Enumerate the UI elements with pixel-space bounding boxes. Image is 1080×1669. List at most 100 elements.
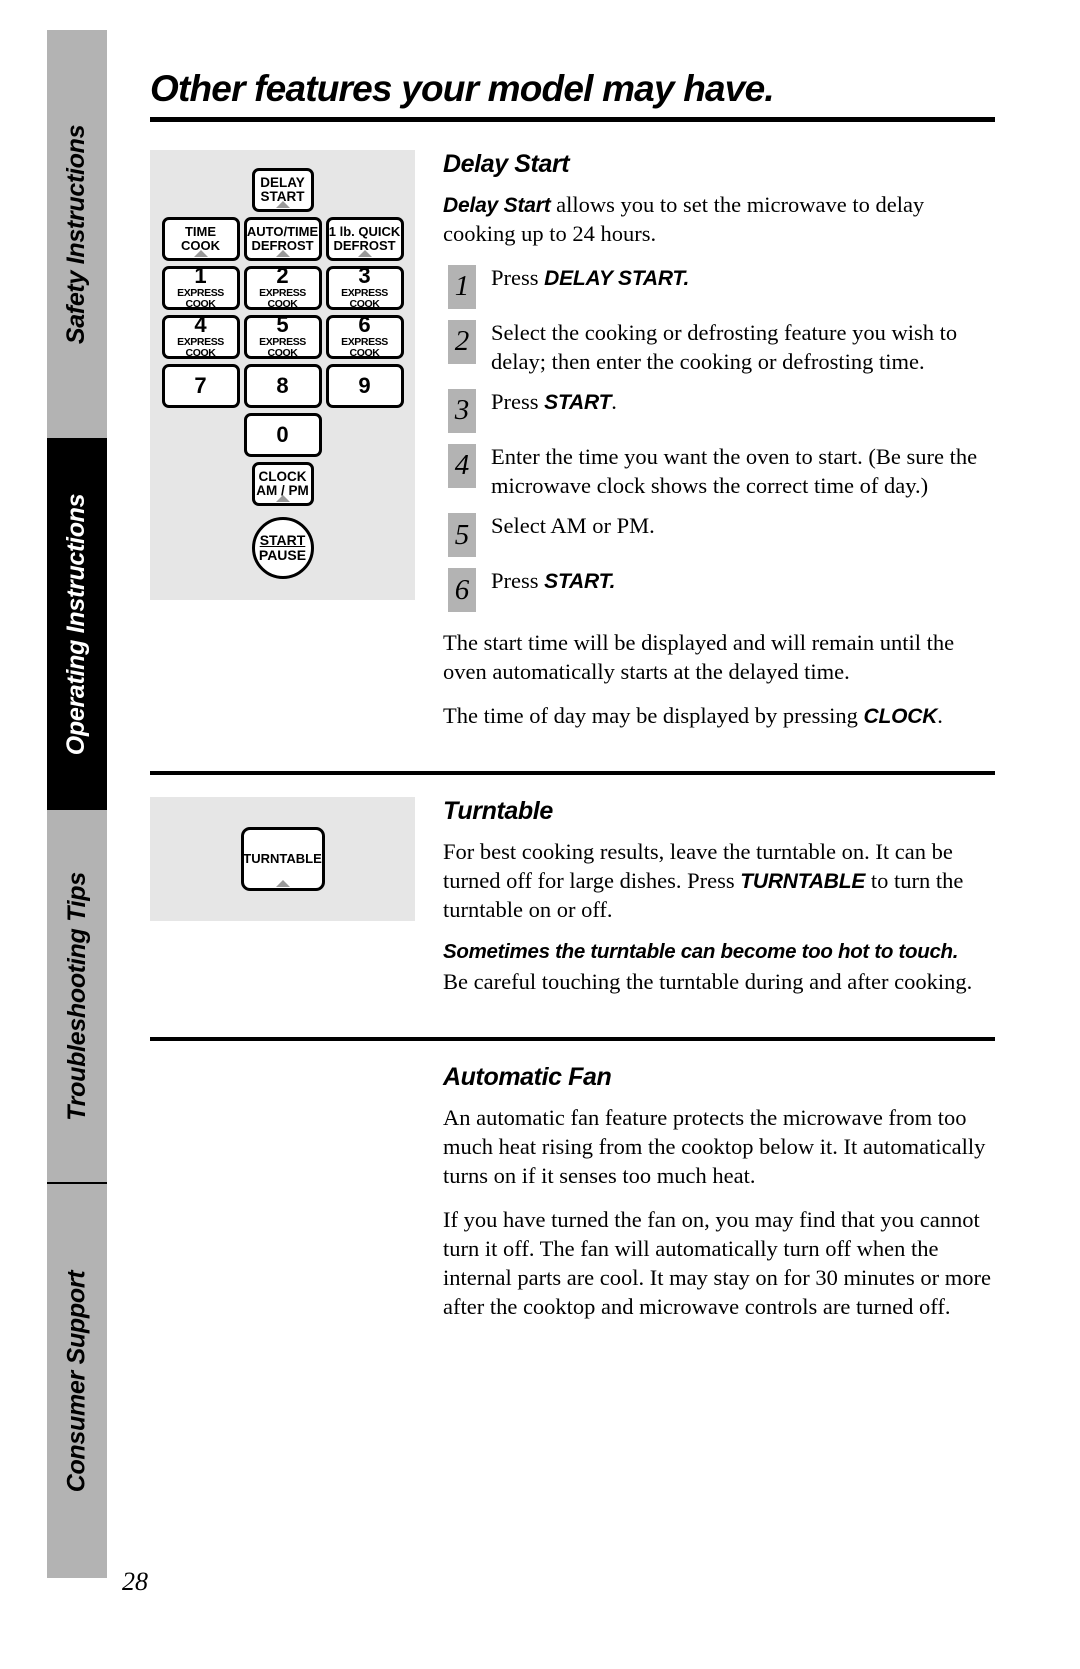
key-line-1: TURNTABLE bbox=[243, 851, 322, 867]
key-start-pause[interactable]: START PAUSE bbox=[251, 516, 314, 579]
key-number-8[interactable]: 8 bbox=[243, 363, 322, 408]
step-number: 5 bbox=[448, 513, 476, 557]
step-number: 6 bbox=[448, 568, 476, 612]
keypad-row-start: START PAUSE bbox=[251, 511, 314, 579]
delay-start-intro: Delay Start allows you to set the microw… bbox=[443, 190, 995, 248]
step-text: Select the cooking or defrosting feature… bbox=[491, 318, 957, 374]
turntable-caution: Sometimes the turntable can become too h… bbox=[443, 940, 959, 964]
key-delay-start[interactable]: DELAY START bbox=[251, 167, 314, 212]
indicator-triangle-icon bbox=[357, 249, 372, 257]
key-number-7[interactable]: 7 bbox=[161, 363, 240, 408]
key-number-4[interactable]: 4 EXPRESS COOK bbox=[161, 312, 240, 360]
key-quick-defrost[interactable]: 1 lb. QUICK DEFROST bbox=[325, 216, 404, 261]
step-text-plain: Enter the time you want the oven to star… bbox=[491, 443, 978, 498]
key-number-6[interactable]: 6 EXPRESS COOK bbox=[325, 314, 404, 360]
key-line-2: PAUSE bbox=[258, 546, 307, 563]
key-line-1: AUTO/TIME bbox=[246, 224, 319, 240]
delay-start-para2-tail: . bbox=[937, 703, 943, 729]
key-line-1: TIME bbox=[184, 224, 217, 240]
indicator-triangle-icon bbox=[275, 200, 290, 208]
automatic-fan-paragraph-1: An automatic fan feature protects the mi… bbox=[443, 1105, 986, 1189]
section-divider-turntable bbox=[150, 771, 995, 776]
key-digit: 3 bbox=[358, 263, 371, 289]
sidebar-tab-operating-instructions[interactable]: Operating Instructions bbox=[47, 438, 107, 810]
keypad-row-123: 1 EXPRESS COOK 2 EXPRESS COOK 3 EXPRESS … bbox=[161, 263, 404, 311]
key-digit: 1 bbox=[194, 263, 207, 289]
delay-start-para2-plain: The time of day may be displayed by pres… bbox=[443, 703, 864, 729]
key-number-2[interactable]: 2 EXPRESS COOK bbox=[243, 263, 322, 311]
control-panel-illustration: DELAY START TIME COOK AUTO/TIME DEFROST … bbox=[150, 149, 415, 600]
key-clock-am-pm[interactable]: CLOCK AM / PM bbox=[251, 461, 314, 506]
key-sublabel: EXPRESS COOK bbox=[177, 336, 224, 360]
section-automatic-fan: Automatic Fan An automatic fan feature p… bbox=[150, 1063, 995, 1336]
key-number-0[interactable]: 0 bbox=[243, 412, 322, 457]
key-sublabel: EXPRESS COOK bbox=[177, 287, 224, 311]
key-digit: 2 bbox=[276, 263, 289, 289]
sidebar-tab-label: Operating Instructions bbox=[62, 493, 91, 755]
delay-start-intro-bold: Delay Start bbox=[443, 193, 551, 217]
sidebar-tab-label: Troubleshooting Tips bbox=[62, 871, 91, 1121]
step-text: Press DELAY START. bbox=[491, 263, 689, 290]
step-text-emphasis: START. bbox=[544, 570, 616, 593]
key-time-cook[interactable]: TIME COOK bbox=[161, 216, 240, 261]
turntable-button-illustration: TURNTABLE bbox=[150, 797, 415, 922]
section-turntable: TURNTABLE Turntable For best cooking res… bbox=[150, 797, 995, 1011]
heading-turntable: Turntable bbox=[443, 797, 553, 826]
turntable-paragraph-1: For best cooking results, leave the turn… bbox=[443, 837, 995, 924]
step-text-plain: Select AM or PM. bbox=[491, 513, 655, 538]
turntable-para1-emphasis: TURNTABLE bbox=[740, 870, 866, 894]
key-line-1: DELAY bbox=[260, 174, 305, 190]
keypad-row-functions: TIME COOK AUTO/TIME DEFROST 1 lb. QUICK … bbox=[161, 216, 404, 261]
step-number: 4 bbox=[448, 443, 476, 488]
heading-delay-start: Delay Start bbox=[443, 149, 570, 178]
key-digit: 5 bbox=[276, 312, 289, 338]
key-line-1: CLOCK bbox=[258, 468, 307, 484]
step-item: 6 Press START. bbox=[443, 566, 995, 612]
key-sublabel: EXPRESS COOK bbox=[341, 336, 388, 360]
sidebar-tab-label: Consumer Support bbox=[62, 1270, 91, 1492]
key-auto-time-defrost[interactable]: AUTO/TIME DEFROST bbox=[243, 216, 322, 261]
sidebar-tab-consumer-support[interactable]: Consumer Support bbox=[47, 1182, 107, 1578]
delay-start-steps: 1 Press DELAY START. 2 Select the cookin… bbox=[443, 263, 995, 612]
key-number-1[interactable]: 1 EXPRESS COOK bbox=[161, 263, 240, 311]
step-number: 3 bbox=[448, 388, 476, 433]
key-sublabel: EXPRESS COOK bbox=[259, 287, 306, 311]
step-text-emphasis: START bbox=[544, 390, 612, 414]
step-item: 1 Press DELAY START. bbox=[443, 263, 995, 309]
delay-start-paragraph-2: The time of day may be displayed by pres… bbox=[443, 701, 995, 730]
step-text: Press START. bbox=[491, 566, 615, 593]
page-content: Other features your model may have. DELA… bbox=[150, 69, 995, 1336]
step-item: 2 Select the cooking or defrosting featu… bbox=[443, 318, 995, 376]
sidebar-tab-troubleshooting-tips[interactable]: Troubleshooting Tips bbox=[47, 810, 107, 1182]
step-text-tail: . bbox=[611, 388, 617, 414]
section-tabs-sidebar: Safety Instructions Operating Instructio… bbox=[47, 30, 107, 1610]
title-divider bbox=[150, 116, 995, 122]
section-delay-start: DELAY START TIME COOK AUTO/TIME DEFROST … bbox=[150, 149, 995, 745]
indicator-triangle-icon bbox=[193, 249, 208, 257]
automatic-fan-text-column: Automatic Fan An automatic fan feature p… bbox=[443, 1063, 995, 1336]
turntable-text-column: Turntable For best cooking results, leav… bbox=[443, 797, 995, 1011]
sidebar-tab-label: Safety Instructions bbox=[62, 124, 91, 344]
key-number-5[interactable]: 5 EXPRESS COOK bbox=[243, 312, 322, 359]
delay-start-paragraph-1: The start time will be displayed and wil… bbox=[443, 630, 955, 685]
key-digit: 4 bbox=[194, 312, 207, 338]
indicator-triangle-icon bbox=[275, 880, 290, 888]
step-text-plain: Press bbox=[491, 388, 545, 414]
step-item: 5 Select AM or PM. bbox=[443, 511, 995, 557]
delay-start-text-column: Delay Start Delay Start allows you to se… bbox=[443, 150, 995, 745]
step-item: 4 Enter the time you want the oven to st… bbox=[443, 442, 995, 500]
step-number: 1 bbox=[448, 264, 476, 309]
indicator-triangle-icon bbox=[275, 249, 290, 257]
key-digit: 0 bbox=[276, 421, 289, 447]
key-digit: 9 bbox=[358, 372, 371, 398]
delay-start-para2-emphasis: CLOCK bbox=[863, 705, 938, 729]
key-number-3[interactable]: 3 EXPRESS COOK bbox=[325, 263, 404, 310]
heading-automatic-fan: Automatic Fan bbox=[443, 1063, 612, 1092]
section-divider-automatic-fan bbox=[150, 1037, 995, 1042]
step-text: Enter the time you want the oven to star… bbox=[491, 442, 977, 498]
keypad-row-456: 4 EXPRESS COOK 5 EXPRESS COOK 6 EXPRESS … bbox=[161, 312, 404, 360]
key-number-9[interactable]: 9 bbox=[325, 363, 404, 408]
key-turntable[interactable]: TURNTABLE bbox=[240, 827, 325, 892]
step-text-emphasis: DELAY START. bbox=[544, 266, 690, 290]
sidebar-tab-safety-instructions[interactable]: Safety Instructions bbox=[47, 30, 107, 438]
